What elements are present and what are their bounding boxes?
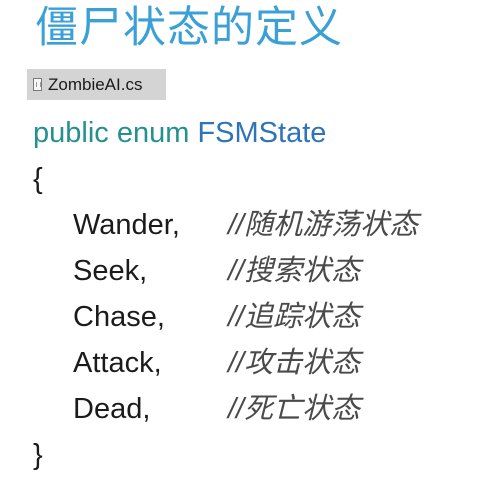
close-brace: }	[33, 439, 43, 471]
enum-member-name: Seek,	[73, 255, 148, 287]
enum-member-name: Wander,	[73, 209, 180, 241]
close-brace-line: }	[33, 435, 43, 475]
enum-member-comment: //死亡状态	[228, 393, 361, 425]
enum-member-comment: //随机游荡状态	[228, 209, 419, 241]
enum-member-name: Attack,	[73, 347, 162, 379]
file-icon	[33, 78, 42, 91]
enum-type-name: FSMState	[197, 117, 327, 149]
enum-member-name: Dead,	[73, 393, 151, 425]
enum-member-comment: //追踪状态	[228, 301, 361, 333]
file-tab[interactable]: ZombieAI.cs	[27, 69, 166, 100]
enum-declaration-line: public enum FSMState	[33, 113, 326, 153]
enum-member-comment: //攻击状态	[228, 347, 361, 379]
open-brace-line: {	[33, 159, 43, 199]
slide-title: 僵尸状态的定义	[35, 3, 343, 53]
slide: 僵尸状态的定义 ZombieAI.cs public enum FSMState…	[0, 0, 488, 480]
file-tab-name: ZombieAI.cs	[48, 74, 143, 94]
enum-member-name: Chase,	[73, 301, 165, 333]
keyword-enum: enum	[116, 117, 190, 149]
keyword-public: public	[33, 117, 109, 149]
open-brace: {	[33, 163, 43, 195]
enum-member-comment: //搜索状态	[228, 255, 361, 287]
